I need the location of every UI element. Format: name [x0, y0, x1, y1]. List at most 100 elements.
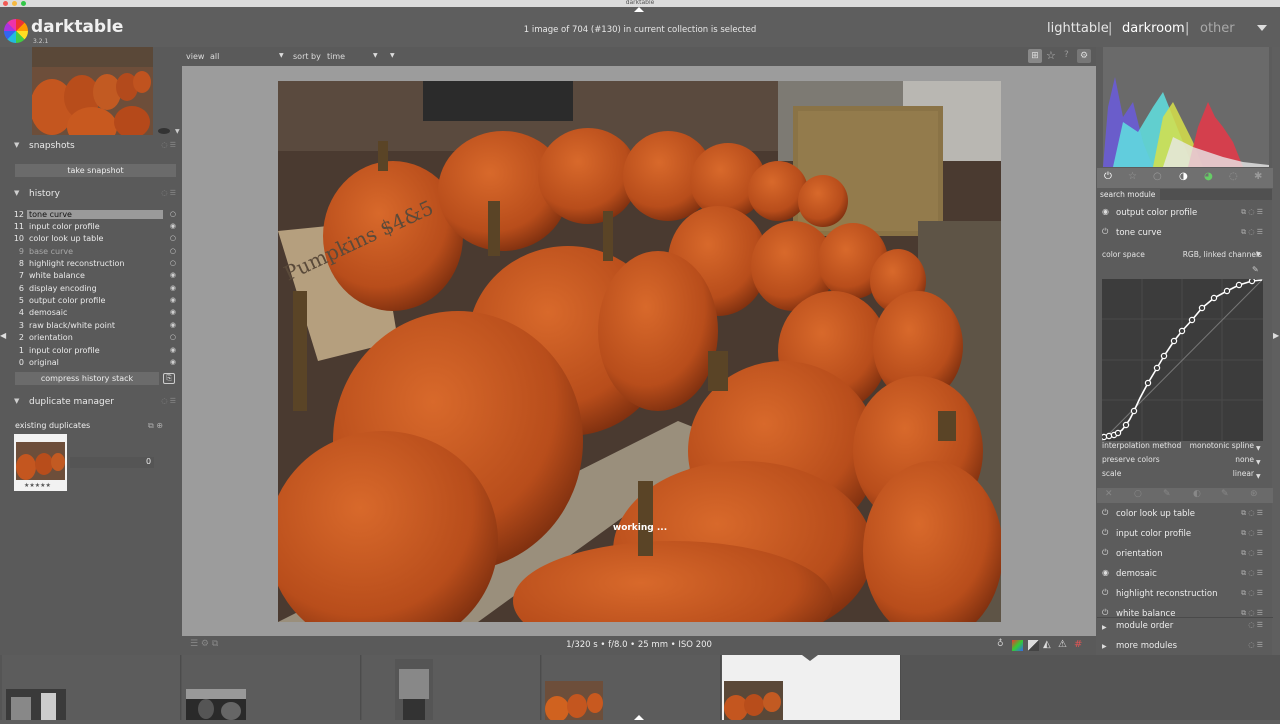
module-icons[interactable]: ⧉ ◌ ☰ — [1241, 609, 1263, 617]
history-item[interactable]: 0 original ◉ — [12, 358, 176, 370]
history-item[interactable]: 3 raw black/white point ◉ — [12, 321, 176, 333]
filmstrip-cell[interactable] — [362, 655, 541, 720]
history-item[interactable]: 6 display encoding ◉ — [12, 284, 176, 296]
take-snapshot-button[interactable]: take snapshot — [15, 164, 176, 177]
history-item[interactable]: 8 highlight reconstruction ○ — [12, 259, 176, 271]
history-item[interactable]: 5 output color profile ◉ — [12, 296, 176, 308]
module-input-color-profile[interactable]: ⏻ input color profile ⧉ ◌ ☰ — [1097, 525, 1271, 545]
collapse-right-panel-icon[interactable]: ▶ — [1273, 331, 1279, 340]
chevron-down-icon[interactable]: ▼ — [373, 52, 378, 59]
module-white-balance[interactable]: ⏻ white balance ⧉ ◌ ☰ — [1097, 605, 1271, 617]
module-color-look-up-table[interactable]: ⏻ color look up table ⧉ ◌ ☰ — [1097, 505, 1271, 525]
guides-icon[interactable]: # — [1074, 639, 1082, 650]
presets-icon[interactable]: ◌ ☰ — [161, 189, 176, 197]
power-icon[interactable]: ◉ — [1102, 568, 1109, 577]
duplicate-icon[interactable]: ⧉ ⊕ — [148, 421, 163, 431]
picker-icon[interactable]: ✎ — [1252, 265, 1259, 274]
triangle-down-icon[interactable] — [1257, 25, 1267, 31]
module-icons[interactable]: ⧉ ◌ ☰ — [1241, 549, 1263, 558]
module-icons[interactable]: ⧉ ◌ ☰ — [1241, 208, 1263, 217]
module-icons[interactable]: ⧉ ◌ ☰ — [1241, 228, 1263, 237]
module-icons[interactable]: ◌ ☰ — [1248, 621, 1263, 629]
history-item[interactable]: 2 orientation ○ — [12, 333, 176, 345]
power-icon[interactable]: ⏻ — [1102, 508, 1108, 518]
history-item[interactable]: 4 demosaic ◉ — [12, 308, 176, 320]
view-filter-select[interactable]: all — [210, 52, 219, 61]
drawn-mask-icon[interactable]: ✎ — [1163, 489, 1171, 499]
uniform-blend-icon[interactable]: ○ — [1134, 489, 1142, 499]
grid-icon[interactable]: ⊞ — [1028, 49, 1042, 63]
chevron-down-icon[interactable]: ▼ — [279, 52, 284, 59]
module-tone-curve[interactable]: ⏻ tone curve ⧉ ◌ ☰ — [1097, 224, 1271, 244]
navigation-thumbnail[interactable] — [32, 47, 153, 135]
circle-icon[interactable]: ○ — [1153, 171, 1162, 182]
color-space-row[interactable]: color space RGB, linked channels — [1102, 250, 1262, 262]
blend-off-icon[interactable]: ✕ — [1105, 489, 1113, 499]
main-photo[interactable]: Pumpkins $4&5 — [278, 81, 1001, 622]
module-highlight-reconstruction[interactable]: ⏻ highlight reconstruction ⧉ ◌ ☰ — [1097, 585, 1271, 605]
filmstrip-thumbnail[interactable] — [724, 681, 783, 721]
duplicate-version-field[interactable] — [70, 457, 154, 468]
preserve-colors-row[interactable]: preserve colors none — [1102, 455, 1262, 467]
history-item[interactable]: 11 input color profile ◉ — [12, 222, 176, 234]
sort-select[interactable]: time — [327, 52, 345, 61]
softproof-icon[interactable] — [1012, 640, 1023, 651]
view-other-link[interactable]: other — [1200, 21, 1235, 36]
history-item[interactable]: 10 color look up table ○ — [12, 234, 176, 246]
scale-row[interactable]: scale linear — [1102, 469, 1262, 481]
power-icon[interactable]: ⏻ — [1102, 548, 1108, 558]
interpolation-select[interactable]: monotonic spline — [1190, 441, 1254, 450]
module-icons[interactable]: ⧉ ◌ ☰ — [1241, 569, 1263, 578]
sort-order-icon[interactable]: ▼ — [390, 52, 395, 59]
reset-icon[interactable]: ◌ ☰ — [161, 141, 176, 149]
collapse-top-panel-icon[interactable] — [634, 7, 644, 12]
filmstrip-cell[interactable] — [2, 655, 181, 720]
duplicate-thumbnail[interactable]: ★★★★★ — [14, 434, 67, 491]
module-order-row[interactable]: ▶ module order ◌ ☰ — [1097, 619, 1271, 639]
power-icon[interactable]: ⏻ — [1102, 528, 1108, 538]
tone-group-icon[interactable]: ◑ — [1179, 171, 1188, 182]
module-icons[interactable]: ⧉ ◌ ☰ — [1241, 589, 1263, 598]
filmstrip-cell[interactable] — [542, 655, 721, 722]
filmstrip-cell-selected[interactable] — [722, 655, 901, 721]
interpolation-row[interactable]: interpolation method monotonic spline — [1102, 441, 1262, 453]
power-icon[interactable]: ⏻ — [1104, 171, 1112, 182]
history-item[interactable]: 9 base curve ○ — [12, 247, 176, 259]
power-icon[interactable]: ⏻ — [1102, 227, 1108, 237]
gamut-icon[interactable] — [1028, 640, 1039, 651]
overexposed-icon[interactable]: ◭ — [1043, 639, 1051, 650]
filmstrip-thumbnail[interactable] — [186, 689, 246, 720]
chevron-down-icon[interactable]: ▼ — [1256, 251, 1261, 258]
presets-icon[interactable]: ◌ ☰ — [161, 397, 176, 405]
help-icon[interactable]: ? — [1064, 50, 1069, 60]
chevron-down-icon[interactable]: ▼ — [175, 128, 180, 135]
history-item[interactable]: 7 white balance ◉ — [12, 271, 176, 283]
warning-icon[interactable]: ⚠ — [1058, 639, 1067, 650]
duplicate-manager-header[interactable]: ▼ duplicate manager ◌ ☰ — [8, 394, 180, 412]
module-icons[interactable]: ⧉ ◌ ☰ — [1241, 509, 1263, 518]
histogram[interactable] — [1103, 47, 1269, 167]
preserve-colors-select[interactable]: none — [1235, 455, 1254, 464]
effect-group-icon[interactable]: ✱ — [1254, 171, 1262, 182]
scale-select[interactable]: linear — [1233, 469, 1254, 478]
filmstrip-thumbnail[interactable] — [395, 659, 433, 720]
tone-curve-graph[interactable] — [1100, 277, 1264, 442]
filmstrip-thumbnail[interactable] — [545, 681, 603, 722]
view-darkroom-link[interactable]: darkroom — [1122, 21, 1185, 36]
bulb-icon[interactable]: ♁ — [997, 639, 1004, 649]
correct-group-icon[interactable]: ◌ — [1229, 171, 1238, 182]
star-icon[interactable]: ☆ — [1046, 49, 1056, 62]
module-icons[interactable]: ⧉ ◌ ☰ — [1241, 529, 1263, 538]
parametric-mask-icon[interactable]: ◐ — [1193, 489, 1201, 499]
rating-stars[interactable]: ★★★★★ — [24, 482, 51, 489]
color-space-select[interactable]: RGB, linked channels — [1183, 250, 1262, 259]
power-icon[interactable]: ⏻ — [1102, 588, 1108, 598]
compress-history-button[interactable]: compress history stack — [15, 372, 159, 385]
collapse-left-panel-icon[interactable]: ◀ — [0, 331, 6, 340]
star-icon[interactable]: ☆ — [1128, 171, 1137, 182]
module-demosaic[interactable]: ◉ demosaic ⧉ ◌ ☰ — [1097, 565, 1271, 585]
eye-icon[interactable] — [158, 128, 170, 134]
power-icon[interactable]: ◉ — [1102, 207, 1109, 216]
snapshots-header[interactable]: ▼ snapshots ◌ ☰ — [8, 138, 180, 156]
gear-icon[interactable]: ⚙ — [1077, 49, 1091, 63]
